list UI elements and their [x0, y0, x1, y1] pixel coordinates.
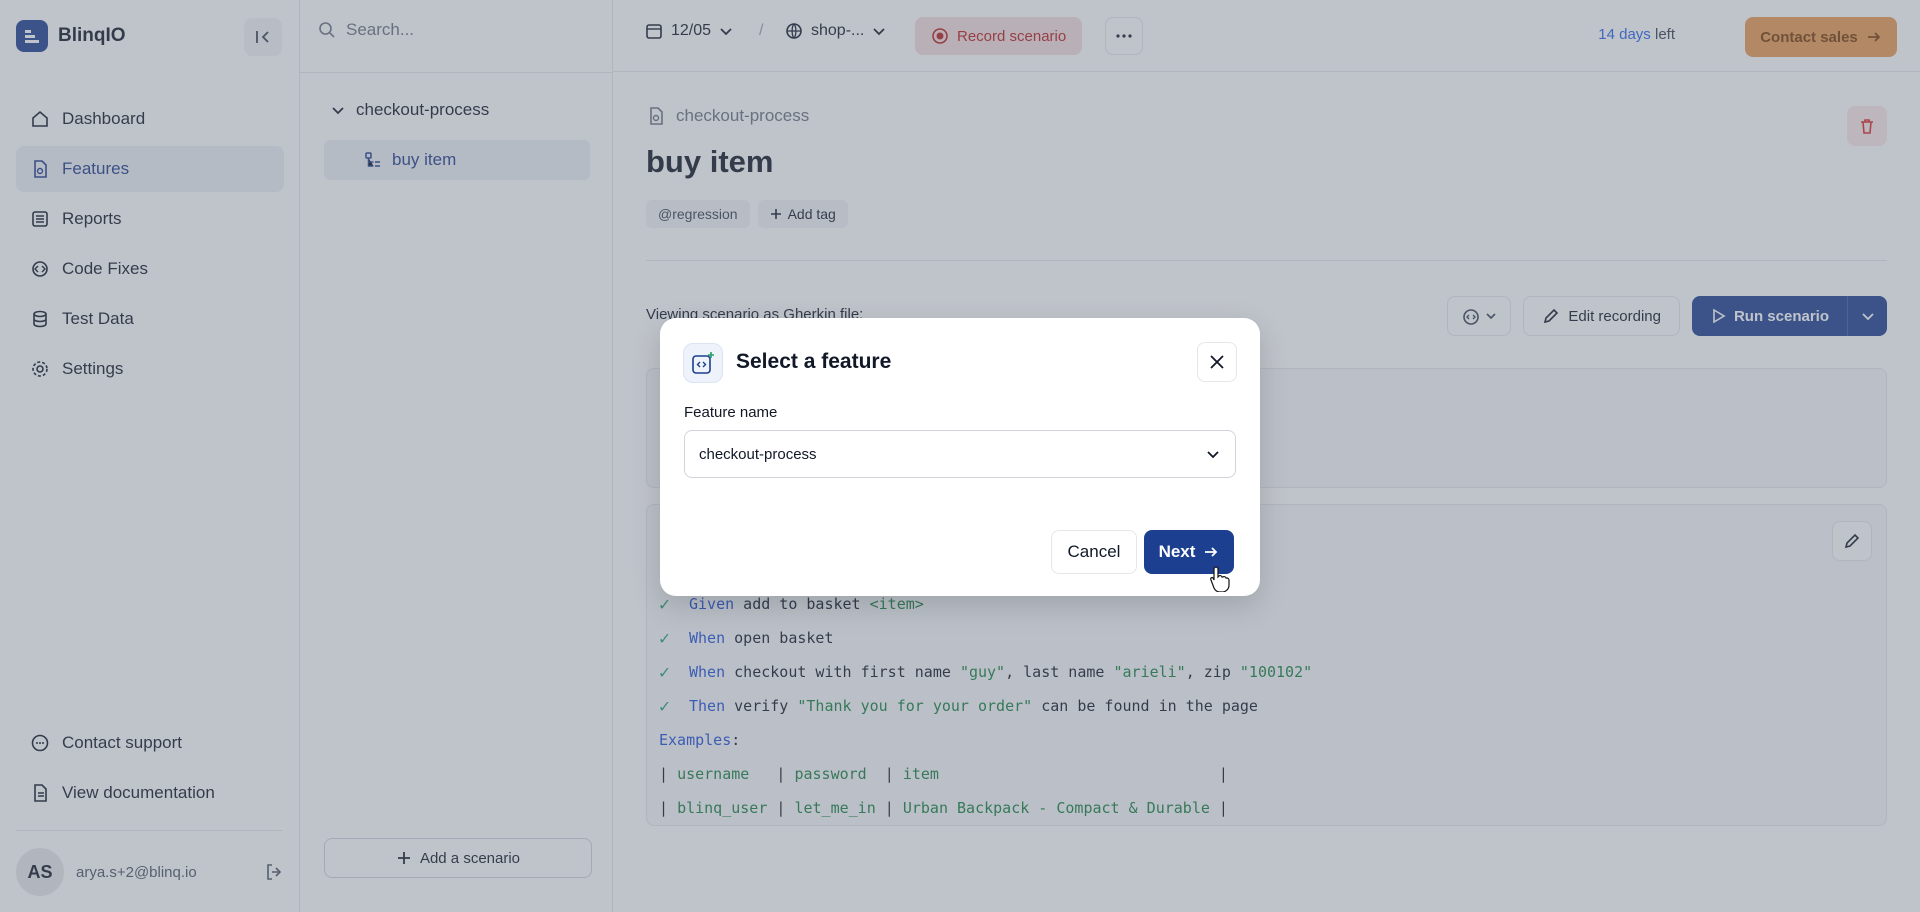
cancel-button[interactable]: Cancel	[1051, 530, 1137, 574]
arrow-right-icon	[1205, 547, 1218, 557]
app-root: BlinqIO Dashboard Features Reports Code …	[0, 0, 1920, 912]
feature-add-icon	[683, 343, 723, 383]
close-icon	[1210, 355, 1224, 369]
feature-name-label: Feature name	[684, 404, 778, 421]
next-label: Next	[1158, 542, 1196, 561]
chevron-down-icon	[1207, 451, 1219, 459]
select-feature-dialog: Select a feature Feature name checkout-p…	[660, 318, 1260, 596]
pointer-cursor-icon	[1210, 566, 1230, 592]
feature-name-value: checkout-process	[699, 445, 817, 463]
feature-name-select[interactable]: checkout-process	[684, 430, 1236, 478]
close-dialog-button[interactable]	[1197, 342, 1237, 382]
dialog-title: Select a feature	[736, 350, 892, 373]
